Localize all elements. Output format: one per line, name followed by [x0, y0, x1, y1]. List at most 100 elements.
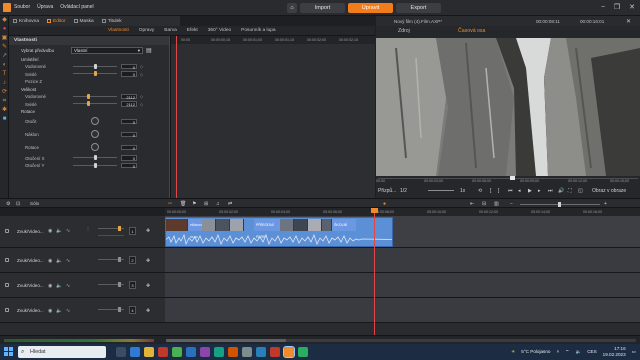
speaker-icon[interactable]: 🔈: [56, 228, 62, 234]
slider-knob[interactable]: [87, 101, 90, 106]
tab-corrections[interactable]: Opravy: [134, 26, 159, 35]
windows-start-icon[interactable]: [4, 347, 14, 357]
video-preview[interactable]: [376, 38, 640, 176]
home-button[interactable]: ⌂: [287, 3, 297, 13]
speaker-icon[interactable]: 🔈: [56, 258, 62, 264]
eye-icon[interactable]: ◉: [48, 283, 52, 289]
slider-knob[interactable]: [94, 71, 97, 76]
edge-browser-icon[interactable]: [130, 347, 140, 357]
app-icon[interactable]: [298, 347, 308, 357]
lock-icon[interactable]: [5, 283, 9, 287]
tab-color[interactable]: Barva: [159, 26, 182, 35]
tab-library[interactable]: Knihovna: [9, 16, 43, 26]
file-explorer-icon[interactable]: [144, 347, 154, 357]
chevron-up-icon[interactable]: ˄: [556, 349, 559, 354]
cut-tool-icon[interactable]: ✂: [168, 201, 172, 207]
rotate-y-value[interactable]: 0: [121, 162, 137, 168]
preview-playhead-handle[interactable]: [510, 176, 515, 180]
track-header[interactable]: Zvuk/Video... ◉ 🔈 ∿ 4 ✚: [0, 298, 165, 323]
record-tool-icon[interactable]: ●: [0, 25, 9, 34]
split-icon[interactable]: ⊟: [482, 201, 486, 207]
audio-wave-icon[interactable]: ∿: [66, 283, 70, 289]
timeline-playhead[interactable]: [374, 208, 375, 337]
loop-icon[interactable]: ⟲: [478, 188, 482, 194]
track-name[interactable]: Zvuk/Video...: [17, 258, 44, 263]
ripple-icon[interactable]: ⇄: [228, 201, 232, 207]
snap-icon[interactable]: ⊞: [204, 201, 208, 207]
group-icon[interactable]: ▥: [494, 201, 499, 207]
trim-icon[interactable]: ⇤: [470, 201, 474, 207]
fullscreen-icon[interactable]: ⛶: [568, 188, 572, 194]
slider-knob[interactable]: [94, 155, 97, 160]
network-icon[interactable]: ⌔: [565, 349, 569, 355]
mark-in-icon[interactable]: [: [490, 188, 491, 194]
position-horizontal-slider[interactable]: [73, 63, 117, 69]
maximize-button[interactable]: ❐: [611, 2, 623, 13]
position-vertical-value[interactable]: 0: [121, 71, 137, 77]
notification-icon[interactable]: ▭: [632, 349, 636, 355]
app-icon[interactable]: [270, 347, 280, 357]
add-keyframe-icon[interactable]: ✚: [146, 308, 150, 314]
app-icon[interactable]: [158, 347, 168, 357]
app-icon[interactable]: [172, 347, 182, 357]
rotation-value[interactable]: 0: [121, 144, 137, 150]
marker-icon[interactable]: ⚑: [192, 201, 196, 207]
timeline-zoom-slider[interactable]: [520, 201, 600, 207]
tab-pan-zoom[interactable]: Posunník a lupa: [236, 26, 280, 35]
transitions-tool-icon[interactable]: ↗: [0, 52, 9, 61]
snapshot-icon[interactable]: ◱: [578, 188, 583, 194]
zoom-in-icon[interactable]: +: [604, 201, 607, 207]
speaker-icon[interactable]: 🔈: [56, 308, 62, 314]
motion-tool-icon[interactable]: ⟳: [0, 88, 9, 97]
skip-forward-icon[interactable]: ⏭: [548, 188, 553, 194]
track-volume-slider[interactable]: [98, 307, 124, 312]
shuttle-slider[interactable]: [428, 190, 454, 191]
slider-knob[interactable]: [118, 257, 121, 262]
keyframe-timeline[interactable]: 00:00 00:00:00;15 00:00:01;00 00:00:01;1…: [170, 36, 376, 198]
settings-tool-icon[interactable]: ◆: [0, 16, 9, 25]
timeline-horizontal-scrollbar[interactable]: [166, 339, 636, 342]
app-icon[interactable]: [228, 347, 238, 357]
track-lane[interactable]: [165, 273, 640, 298]
close-button[interactable]: ✕: [626, 2, 638, 13]
track-name[interactable]: Zvuk/Video...: [17, 308, 44, 313]
keyframe-icon[interactable]: ◇: [140, 64, 143, 69]
weather-text[interactable]: 5°C Polojasno: [521, 349, 550, 354]
zoom-out-icon[interactable]: −: [510, 201, 513, 207]
slider-knob[interactable]: [118, 282, 121, 287]
eye-icon[interactable]: ◉: [48, 258, 52, 264]
group-size[interactable]: Velikost: [9, 85, 169, 93]
size-vertical-slider[interactable]: [73, 101, 117, 106]
tab-properties[interactable]: Vlastnosti: [103, 26, 134, 35]
track-volume-slider[interactable]: [98, 282, 124, 287]
volume-icon[interactable]: 🔈: [575, 349, 581, 355]
save-preset-icon[interactable]: ▤: [146, 47, 152, 54]
add-keyframe-icon[interactable]: ✚: [146, 283, 150, 289]
track-volume-slider[interactable]: [98, 226, 124, 231]
track-lane[interactable]: [165, 298, 640, 323]
timeline-empty-area[interactable]: [0, 323, 640, 335]
track-pan-slider[interactable]: [98, 235, 124, 236]
solo-label[interactable]: Sólo: [30, 201, 39, 206]
tab-title[interactable]: Titulek: [98, 16, 126, 26]
crop-tool-icon[interactable]: ⌗: [0, 97, 9, 106]
menu-edit[interactable]: Úprava: [37, 4, 53, 10]
rotation-dial[interactable]: [91, 143, 99, 151]
lock-icon[interactable]: [5, 308, 9, 312]
slider-knob[interactable]: [118, 307, 121, 312]
track-volume-slider[interactable]: [98, 257, 124, 262]
lock-icon[interactable]: [5, 229, 9, 233]
scrollbar-thumb[interactable]: [166, 339, 286, 342]
keyframe-icon[interactable]: ◇: [140, 102, 143, 107]
close-preview-icon[interactable]: ✕: [626, 18, 631, 25]
properties-section-header[interactable]: Vlastnosti: [9, 36, 169, 45]
keyframe-playhead[interactable]: [176, 36, 177, 198]
slider-knob[interactable]: [94, 162, 97, 168]
eye-icon[interactable]: ◉: [48, 228, 52, 234]
group-position[interactable]: Umístění: [9, 55, 169, 63]
speed-dropdown[interactable]: 1x: [460, 188, 465, 194]
slider-knob[interactable]: [87, 93, 90, 99]
tab-effect[interactable]: Efekt: [182, 26, 203, 35]
track-options-icon[interactable]: ⋮: [86, 226, 90, 231]
mark-out-icon[interactable]: ]: [498, 188, 499, 194]
